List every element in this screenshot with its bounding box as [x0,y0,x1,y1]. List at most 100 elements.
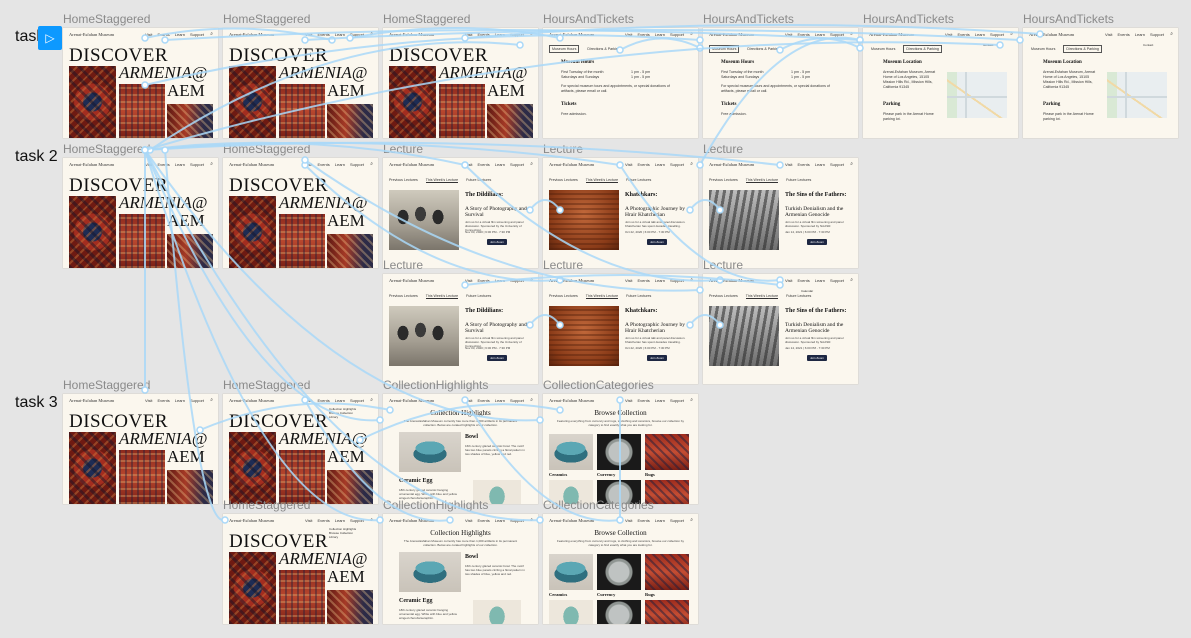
nav-link-visit[interactable]: Visit [145,398,152,403]
nav-link-support[interactable]: Support [350,398,364,403]
nav-link-support[interactable]: Support [510,162,524,167]
nav-link-learn[interactable]: Learn [335,162,345,167]
nav-link-events[interactable]: Events [478,518,490,523]
join-zoom-button[interactable]: Join Zoom [647,355,667,361]
nav-link-learn[interactable]: Learn [1135,32,1145,37]
nav-link-events[interactable]: Events [638,32,650,37]
brand-logo[interactable]: Arenat-Esfahan Museum [389,32,434,37]
brand-logo[interactable]: Arenat-Esfahan Museum [229,32,274,37]
tab-lecture-0[interactable]: Previous Lectures [389,178,418,182]
events-menu-item[interactable]: Calendar [801,289,813,293]
nav-link-learn[interactable]: Learn [335,518,345,523]
nav-link-support[interactable]: Support [830,162,844,167]
frame-title[interactable]: HomeStaggered [63,13,150,25]
category-label[interactable]: Rugs [645,472,655,477]
frame-title[interactable]: Lecture [383,143,423,155]
nav-link-learn[interactable]: Learn [655,32,665,37]
nav-link-support[interactable]: Support [990,32,1004,37]
nav-link-learn[interactable]: Learn [495,32,505,37]
nav-link-visit[interactable]: Visit [625,32,632,37]
search-icon[interactable]: ⌕ [370,397,373,403]
nav-link-learn[interactable]: Learn [975,32,985,37]
tab-directions-parking[interactable]: Directions & Parking [585,46,622,52]
search-icon[interactable]: ⌕ [1170,31,1173,37]
nav-link-visit[interactable]: Visit [465,278,472,283]
nav-link-support[interactable]: Support [830,278,844,283]
nav-link-support[interactable]: Support [510,278,524,283]
brand-logo[interactable]: Arenat-Esfahan Museum [229,398,274,403]
tab-lecture-1[interactable]: This Week's Lecture [425,294,459,299]
category-label[interactable]: Ceramics [549,592,567,597]
nav-link-visit[interactable]: Visit [305,518,312,523]
nav-link-learn[interactable]: Learn [495,162,505,167]
frame-lecture[interactable]: Arenat-Esfahan Museum Visit Events Learn Sup… [543,274,698,384]
brand-logo[interactable]: Arenat-Esfahan Museum [69,398,114,403]
frame-title[interactable]: HomeStaggered [223,143,310,155]
tab-lecture-0[interactable]: Previous Lectures [709,294,738,298]
nav-link-events[interactable]: Events [638,398,650,403]
search-icon[interactable]: ⌕ [690,161,693,167]
tab-directions-parking[interactable]: Directions & Parking [1063,45,1102,53]
tab-lecture-1[interactable]: This Week's Lecture [425,178,459,183]
tab-lecture-2[interactable]: Future Lectures [466,294,491,298]
brand-logo[interactable]: Arenat-Esfahan Museum [549,518,594,523]
nav-link-learn[interactable]: Learn [655,162,665,167]
search-icon[interactable]: ⌕ [530,397,533,403]
brand-logo[interactable]: Arenat-Esfahan Museum [389,398,434,403]
nav-link-events[interactable]: Events [478,162,490,167]
brand-logo[interactable]: Arenat-Esfahan Museum [389,518,434,523]
brand-logo[interactable]: Arenat-Esfahan Museum [709,278,754,283]
tab-lecture-2[interactable]: Future Lectures [626,294,651,298]
frame-home[interactable]: Arenat-Esfahan Museum Visit Events Learn Sup… [223,514,378,624]
category-image-ceramics[interactable] [549,434,593,470]
category-label[interactable]: Currency [597,592,615,597]
tab-museum-hours[interactable]: Museum Hours [549,45,580,53]
brand-logo[interactable]: Arenat-Esfahan Museum [709,32,754,37]
search-icon[interactable]: ⌕ [850,31,853,37]
frame-home[interactable]: Arenat-Esfahan Museum Visit Events Learn Sup… [63,394,218,504]
nav-link-learn[interactable]: Learn [175,398,185,403]
nav-link-visit[interactable]: Visit [145,32,152,37]
nav-link-events[interactable]: Events [798,32,810,37]
brand-logo[interactable]: Arenat-Esfahan Museum [69,162,114,167]
frame-title[interactable]: HoursAndTickets [1023,13,1114,25]
frame-title[interactable]: CollectionHighlights [383,499,488,511]
frame-title[interactable]: HomeStaggered [223,13,310,25]
nav-link-learn[interactable]: Learn [495,278,505,283]
nav-link-learn[interactable]: Learn [175,162,185,167]
search-icon[interactable]: ⌕ [1010,31,1013,37]
tab-lecture-0[interactable]: Previous Lectures [389,294,418,298]
nav-link-events[interactable]: Events [1118,32,1130,37]
join-zoom-button[interactable]: Join Zoom [487,239,507,245]
frame-lecture[interactable]: Arenat-Esfahan Museum Visit Events Learn Sup… [543,158,698,268]
frame-lecture[interactable]: Arenat-Esfahan Museum Visit Events Learn Sup… [383,274,538,384]
frame-title[interactable]: HomeStaggered [63,143,150,155]
frame-title[interactable]: Lecture [703,259,743,271]
frame-lecture[interactable]: Arenat-Esfahan Museum Visit Events Learn Sup… [703,274,858,384]
frame-categories[interactable]: Arenat-Esfahan Museum Visit Events Learn Sup… [543,394,698,504]
frame-title[interactable]: CollectionCategories [543,499,654,511]
nav-link-learn[interactable]: Learn [815,162,825,167]
frame-home[interactable]: Arenat-Esfahan Museum Visit Events Learn Sup… [223,158,378,268]
nav-link-visit[interactable]: Visit [1105,32,1112,37]
nav-link-events[interactable]: Events [638,518,650,523]
frame-title[interactable]: HomeStaggered [223,379,310,391]
nav-link-visit[interactable]: Visit [625,162,632,167]
nav-link-support[interactable]: Support [670,162,684,167]
brand-logo[interactable]: Arenat-Esfahan Museum [709,162,754,167]
frame-home[interactable]: Arenat-Esfahan Museum Visit Events Learn Sup… [223,394,378,504]
search-icon[interactable]: ⌕ [690,31,693,37]
search-icon[interactable]: ⌕ [530,31,533,37]
join-zoom-button[interactable]: Join Zoom [807,239,827,245]
nav-link-visit[interactable]: Visit [785,162,792,167]
nav-link-support[interactable]: Support [670,32,684,37]
nav-link-learn[interactable]: Learn [655,518,665,523]
tab-lecture-2[interactable]: Future Lectures [786,294,811,298]
frame-title[interactable]: Lecture [543,143,583,155]
nav-link-events[interactable]: Events [478,398,490,403]
category-label[interactable]: Currency [597,472,615,477]
search-icon[interactable]: ⌕ [690,397,693,403]
category-image-rugs[interactable] [645,434,689,470]
search-icon[interactable]: ⌕ [370,517,373,523]
brand-logo[interactable]: Arenat-Esfahan Museum [549,32,594,37]
